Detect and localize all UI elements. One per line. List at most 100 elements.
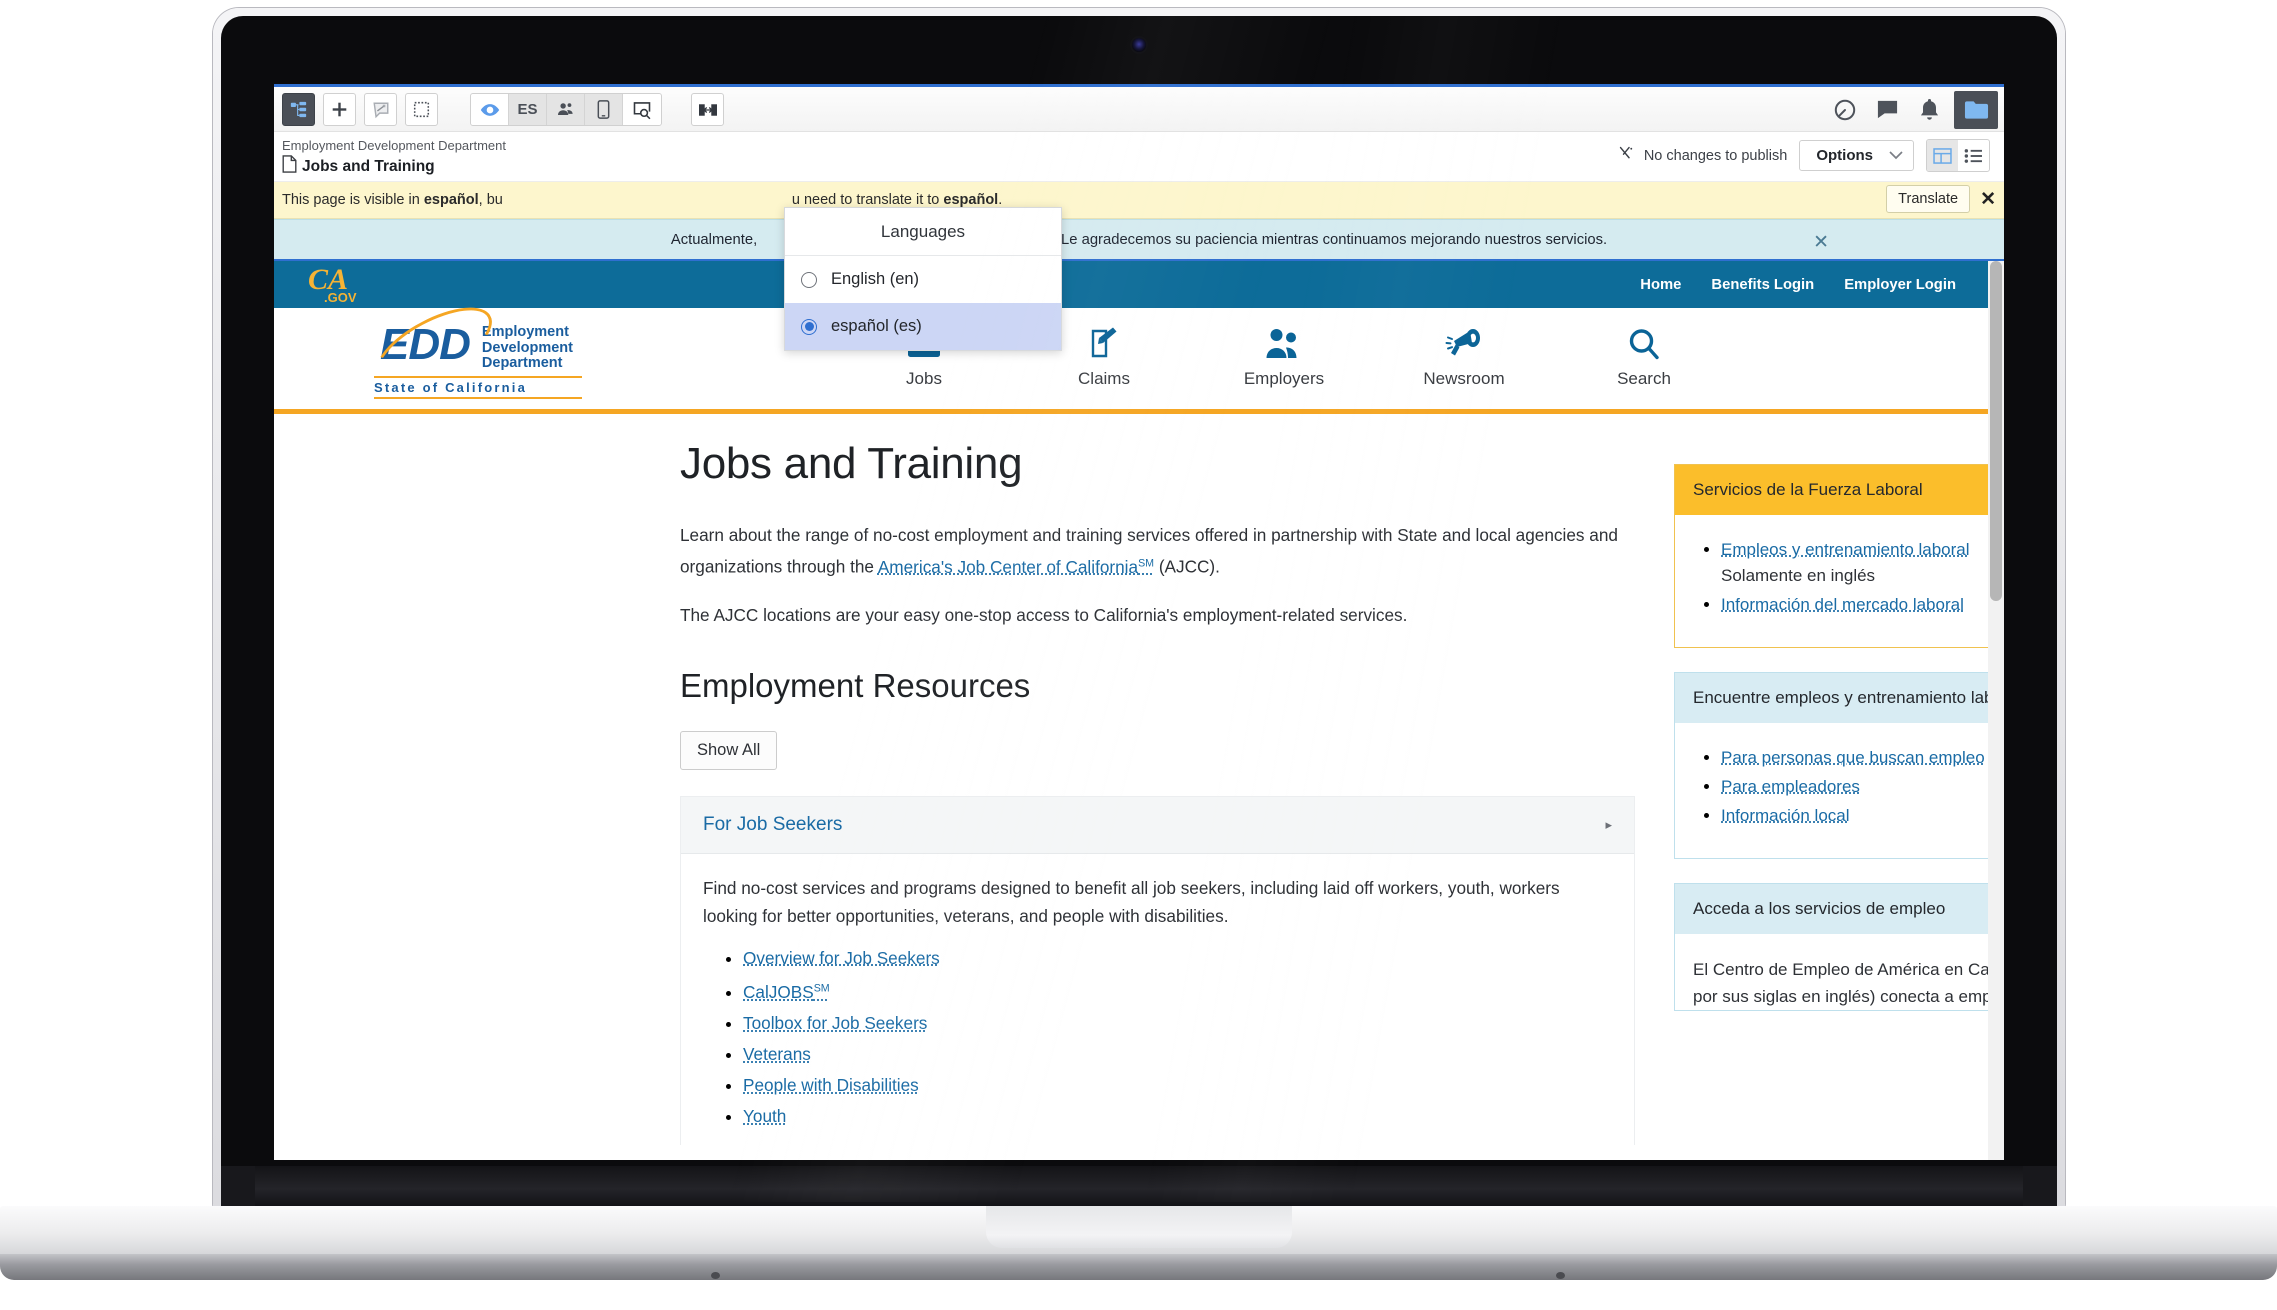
card-body: El Centro de Empleo de América en Califo…	[1675, 934, 2004, 1010]
nav-label-employers: Employers	[1243, 369, 1325, 388]
link-youth[interactable]: Youth	[743, 1106, 786, 1126]
hinge-cap-right	[2023, 1166, 2057, 1208]
site-tree-icon[interactable]	[282, 93, 315, 126]
link-caljobs[interactable]: CalJOBSSM	[743, 982, 830, 1002]
card-heading: Encuentre empleos y entrenamiento labora…	[1675, 673, 2004, 723]
link-para-empleadores[interactable]: Para empleadores	[1721, 777, 1860, 796]
card-body: Para personas que buscan empleo Para emp…	[1675, 723, 2004, 858]
link-empleos-entrenamiento[interactable]: Empleos y entrenamiento laboral	[1721, 540, 1970, 559]
preview-eye-icon[interactable]	[471, 94, 509, 125]
link-label: Para personas que buscan empleo	[1721, 748, 1985, 767]
annotation-icon[interactable]	[364, 93, 397, 126]
list-item: CalJOBSSM	[743, 977, 1612, 1006]
link-informacion-mercado-laboral[interactable]: Información del mercado laboral	[1721, 595, 1964, 614]
link-label: Toolbox for Job Seekers	[743, 1013, 928, 1034]
translate-msg-part3: u need to translate it to	[791, 192, 944, 208]
link-label: People with Disabilities	[743, 1075, 919, 1096]
link-label: Información del mercado laboral	[1721, 595, 1964, 614]
accordion-title: For Job Seekers	[703, 813, 843, 835]
megaphone-icon	[1445, 320, 1483, 360]
ca-nav-home[interactable]: Home	[1640, 277, 1681, 293]
mobile-device-icon[interactable]	[585, 94, 623, 125]
browser-viewport: ES Employment Development Department Job…	[274, 84, 2004, 1160]
accordion-body-text: Find no-cost services and programs desig…	[703, 877, 1560, 926]
options-button[interactable]: Options	[1799, 140, 1914, 171]
translate-msg-part4: .	[998, 192, 1003, 208]
search-icon	[1628, 320, 1660, 360]
nav-item-newsroom[interactable]: Newsroom	[1374, 320, 1554, 389]
ca-gov-nav: Home Benefits Login Employer Login	[1640, 261, 1956, 308]
nav-label-jobs: Jobs	[906, 369, 942, 388]
accordion-header-for-job-seekers[interactable]: For Job Seekers ▸	[681, 796, 1634, 854]
translate-button[interactable]: Translate	[1886, 185, 1971, 213]
laptop-base-notch	[986, 1206, 1292, 1248]
close-icon[interactable]: ✕	[1980, 190, 1996, 209]
list-item: Para empleadores	[1721, 774, 2004, 800]
language-option-espanol[interactable]: español (es)	[785, 303, 1061, 350]
card-link-list: Empleos y entrenamiento laboral Solament…	[1721, 537, 2004, 618]
grid-view-button[interactable]	[1927, 140, 1958, 171]
edd-logo-lines: Employment Development Department	[482, 323, 573, 372]
expand-width-icon[interactable]	[691, 93, 724, 126]
breadcrumb-actions: No changes to publish Options	[1618, 139, 1990, 172]
card-link-list: Para personas que buscan empleo Para emp…	[1721, 745, 2004, 829]
link-informacion-local[interactable]: Información local	[1721, 806, 1850, 825]
link-veterans[interactable]: Veterans	[743, 1044, 811, 1064]
list-item: Veterans	[743, 1042, 1612, 1067]
link-label: CalJOBS	[743, 982, 814, 1003]
chevron-right-icon: ▸	[1605, 816, 1612, 832]
select-region-icon[interactable]	[405, 93, 438, 126]
sidebar-card-encuentre-empleos: Encuentre empleos y entrenamiento labora…	[1674, 672, 2004, 859]
link-para-personas-buscan-empleo[interactable]: Para personas que buscan empleo	[1721, 748, 1985, 767]
laptop-foot-left	[711, 1272, 720, 1279]
intro-text-2: (AJCC).	[1154, 556, 1220, 577]
nav-item-search[interactable]: Search	[1554, 320, 1734, 389]
show-all-button[interactable]: Show All	[680, 730, 778, 770]
language-option-english[interactable]: English (en)	[785, 256, 1061, 303]
link-label: Overview for Job Seekers	[743, 947, 940, 968]
webcam-icon	[1132, 38, 1146, 52]
page-scrollbar[interactable]	[1988, 261, 2004, 1160]
people-icon	[1265, 320, 1303, 360]
page-file-icon	[282, 155, 297, 178]
ca-nav-employer-login[interactable]: Employer Login	[1844, 277, 1956, 293]
nav-label-newsroom: Newsroom	[1423, 369, 1505, 388]
translate-msg-part2: , bu	[478, 192, 503, 208]
notification-bell-icon[interactable]	[1908, 87, 1950, 132]
scrollbar-thumb[interactable]	[1990, 261, 2002, 601]
list-item: Empleos y entrenamiento laboral Solament…	[1721, 537, 2004, 589]
hinge-cap-left	[221, 1166, 255, 1208]
edd-logo[interactable]: EDD Employment Development Department St…	[364, 292, 584, 400]
spanish-notice-banner: Actualmente, spañol. Le agradecemos su p…	[274, 219, 2004, 261]
link-people-with-disabilities[interactable]: People with Disabilities	[743, 1075, 919, 1095]
breadcrumb-parent[interactable]: Employment Development Department	[282, 138, 506, 153]
nav-label-claims: Claims	[1078, 369, 1130, 388]
personas-icon[interactable]	[547, 94, 585, 125]
link-toolbox-for-job-seekers[interactable]: Toolbox for Job Seekers	[743, 1013, 927, 1033]
chevron-down-icon	[1889, 147, 1903, 164]
ajcc-link[interactable]: America's Job Center of CaliforniaSM	[878, 557, 1154, 577]
link-label: Veterans	[743, 1044, 811, 1065]
language-es-button[interactable]: ES	[509, 94, 547, 125]
history-clock-icon[interactable]	[1824, 87, 1866, 132]
card-text: El Centro de Empleo de América en Califo…	[1693, 960, 2004, 1006]
add-icon[interactable]	[323, 93, 356, 126]
main-page-title: Jobs and Training	[680, 439, 1023, 488]
inspect-page-icon[interactable]	[623, 94, 661, 125]
link-label: Youth	[743, 1106, 787, 1127]
list-item: Para personas que buscan empleo	[1721, 745, 2004, 771]
view-mode-segment: ES	[470, 93, 662, 126]
card-heading: Servicios de la Fuerza Laboral	[1675, 465, 2004, 515]
nav-item-employers[interactable]: Employers	[1194, 320, 1374, 389]
ca-gov-logo[interactable]: CA .GOV	[306, 263, 368, 310]
link-overview-for-job-seekers[interactable]: Overview for Job Seekers	[743, 948, 940, 968]
ca-nav-benefits-login[interactable]: Benefits Login	[1711, 277, 1814, 293]
close-icon[interactable]: ✕	[1813, 231, 1829, 254]
sidebar-card-acceda-servicios: Acceda a los servicios de empleo El Cent…	[1674, 883, 2004, 1011]
assets-folder-icon[interactable]	[1954, 90, 1998, 129]
list-view-button[interactable]	[1958, 140, 1989, 171]
publish-scissors-icon	[1618, 145, 1635, 166]
comment-icon[interactable]	[1866, 87, 1908, 132]
link-label: Para empleadores	[1721, 777, 1860, 796]
link-label: Información local	[1721, 806, 1850, 825]
